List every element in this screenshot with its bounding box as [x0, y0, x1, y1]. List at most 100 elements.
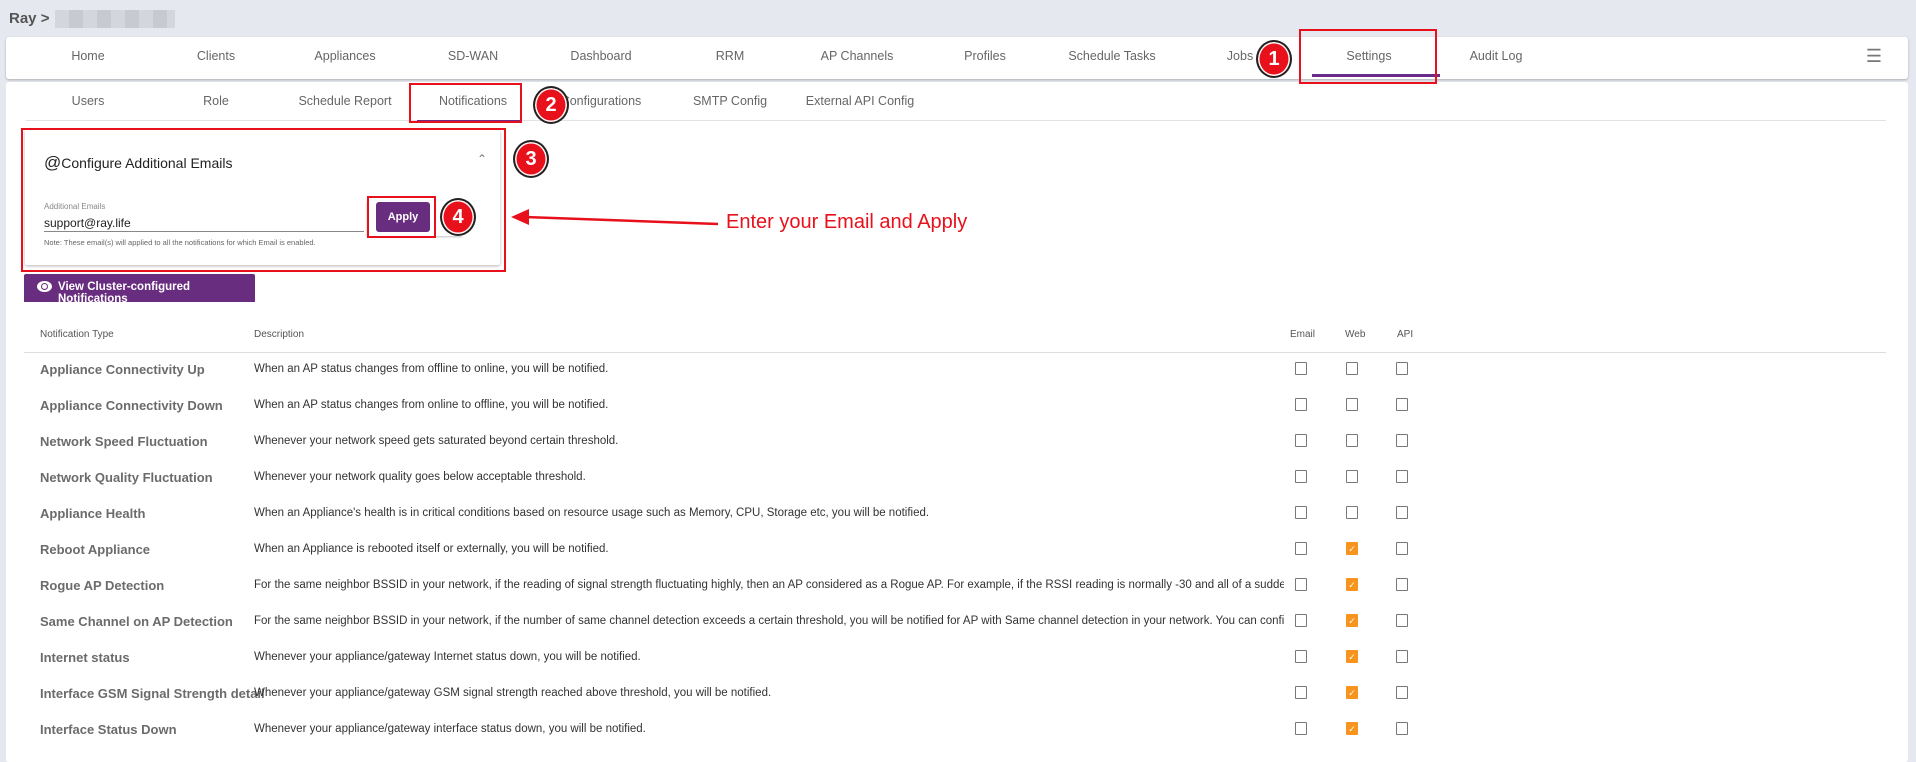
notification-type: Network Quality Fluctuation	[40, 470, 213, 485]
view-button-label: View Cluster-configured Notifications	[58, 281, 191, 305]
configure-emails-card: @Configure Additional Emails ⌃ Additiona…	[25, 130, 500, 265]
notification-type: Interface Status Down	[40, 722, 177, 737]
email-checkbox[interactable]	[1295, 650, 1307, 663]
email-checkbox[interactable]	[1295, 506, 1307, 519]
email-checkbox[interactable]	[1295, 614, 1307, 627]
api-checkbox[interactable]	[1396, 650, 1408, 663]
api-checkbox[interactable]	[1396, 434, 1408, 447]
nav-jobs[interactable]: Jobs	[1227, 49, 1253, 63]
web-checkbox[interactable]: ✓	[1346, 578, 1358, 591]
subtab-notifications[interactable]: Notifications	[439, 94, 507, 108]
subtab-role[interactable]: Role	[203, 94, 229, 108]
table-row: Internet status Whenever your appliance/g…	[0, 650, 1916, 686]
step-badge-2: 2	[533, 86, 569, 124]
view-cluster-notifications-button[interactable]: View Cluster-configured Notifications	[24, 274, 255, 305]
web-checkbox[interactable]: ✓	[1346, 686, 1358, 699]
email-checkbox[interactable]	[1295, 470, 1307, 483]
web-checkbox[interactable]	[1346, 362, 1358, 375]
subtab-configurations[interactable]: Configurations	[561, 94, 642, 108]
web-checkbox[interactable]	[1346, 470, 1358, 483]
email-checkbox[interactable]	[1295, 722, 1307, 735]
callout-text: Enter your Email and Apply	[726, 211, 968, 233]
eye-icon	[37, 281, 52, 292]
nav-settings[interactable]: Settings	[1346, 49, 1391, 63]
nav-sd-wan[interactable]: SD-WAN	[448, 49, 498, 63]
nav-schedule-tasks[interactable]: Schedule Tasks	[1068, 49, 1155, 63]
web-checkbox[interactable]: ✓	[1346, 614, 1358, 627]
nav-appliances[interactable]: Appliances	[314, 49, 375, 63]
header-divider	[24, 352, 1886, 353]
web-checkbox[interactable]: ✓	[1346, 722, 1358, 735]
table-row: Interface GSM Signal Strength detail When…	[0, 686, 1916, 722]
notification-type: Appliance Connectivity Up	[40, 362, 205, 377]
notification-description: Whenever your appliance/gateway interfac…	[254, 723, 646, 735]
header-web: Web	[1345, 329, 1366, 340]
table-row: Appliance Connectivity Down When an AP st…	[0, 398, 1916, 434]
notification-type: Interface GSM Signal Strength detail	[40, 686, 265, 701]
notification-type: Reboot Appliance	[40, 542, 151, 557]
web-checkbox[interactable]	[1346, 398, 1358, 411]
nav-clients[interactable]: Clients	[197, 49, 235, 63]
table-row: Reboot Appliance When an Appliance is reb…	[0, 542, 1916, 578]
step-badge-1: 1	[1256, 40, 1292, 78]
nav-rrm[interactable]: RRM	[716, 49, 744, 63]
subtab-external-api-config[interactable]: External API Config	[806, 94, 914, 108]
notification-description: When an Appliance is rebooted itself or …	[254, 543, 609, 555]
nav-home[interactable]: Home	[71, 49, 104, 63]
breadcrumb-separator: >	[40, 10, 50, 27]
table-row: Network Quality Fluctuation Whenever your…	[0, 470, 1916, 506]
api-checkbox[interactable]	[1396, 578, 1408, 591]
notification-type: Internet status	[40, 650, 130, 665]
subtab-users[interactable]: Users	[72, 94, 105, 108]
subtab-schedule-report[interactable]: Schedule Report	[298, 94, 391, 108]
nav-audit-log[interactable]: Audit Log	[1470, 49, 1523, 63]
apply-button[interactable]: Apply	[376, 202, 430, 232]
notification-description: Whenever your appliance/gateway GSM sign…	[254, 687, 772, 699]
api-checkbox[interactable]	[1396, 722, 1408, 735]
additional-emails-input[interactable]	[44, 214, 364, 232]
email-checkbox[interactable]	[1295, 434, 1307, 447]
email-checkbox[interactable]	[1295, 686, 1307, 699]
notification-description: Whenever your network speed gets saturat…	[254, 435, 619, 447]
nav-profiles[interactable]: Profiles	[964, 49, 1006, 63]
api-checkbox[interactable]	[1396, 470, 1408, 483]
table-row: Appliance Connectivity Up When an AP stat…	[0, 362, 1916, 398]
web-checkbox[interactable]: ✓	[1346, 542, 1358, 555]
notification-description: For the same neighbor BSSID in your netw…	[254, 615, 1284, 627]
redacted-breadcrumb	[55, 10, 176, 29]
notification-description: Whenever your appliance/gateway Internet…	[254, 651, 641, 663]
hamburger-menu-icon[interactable]: ☰	[1866, 46, 1882, 67]
table-row: Same Channel on AP Detection For the same…	[0, 614, 1916, 650]
web-checkbox[interactable]: ✓	[1346, 650, 1358, 663]
chevron-up-icon[interactable]: ⌃	[477, 152, 487, 166]
subtab-divider	[26, 120, 1886, 121]
subtab-smtp-config[interactable]: SMTP Config	[693, 94, 767, 108]
api-checkbox[interactable]	[1396, 398, 1408, 411]
notification-type: Rogue AP Detection	[40, 578, 165, 593]
api-checkbox[interactable]	[1396, 614, 1408, 627]
top-nav: Home Clients Appliances SD-WAN Dashboard…	[6, 37, 1908, 79]
at-sign-icon: @	[44, 153, 62, 172]
breadcrumb-root[interactable]: Ray	[9, 10, 37, 27]
email-checkbox[interactable]	[1295, 362, 1307, 375]
step-badge-3: 3	[513, 140, 549, 178]
api-checkbox[interactable]	[1396, 686, 1408, 699]
notification-description: For the same neighbor BSSID in your netw…	[254, 579, 1284, 591]
nav-ap-channels[interactable]: AP Channels	[821, 49, 894, 63]
nav-dashboard[interactable]: Dashboard	[570, 49, 631, 63]
card-title[interactable]: @Configure Additional Emails	[44, 153, 232, 173]
table-row: Appliance Health When an Appliance's heal…	[0, 506, 1916, 542]
web-checkbox[interactable]	[1346, 506, 1358, 519]
api-checkbox[interactable]	[1396, 542, 1408, 555]
email-checkbox[interactable]	[1295, 578, 1307, 591]
notification-description: When an Appliance's health is in critica…	[254, 507, 930, 519]
emails-note: Note: These email(s) will applied to all…	[44, 238, 316, 247]
callout-arrow-icon	[511, 209, 719, 226]
notification-type: Appliance Health	[40, 506, 146, 521]
email-checkbox[interactable]	[1295, 398, 1307, 411]
web-checkbox[interactable]	[1346, 434, 1358, 447]
email-checkbox[interactable]	[1295, 542, 1307, 555]
api-checkbox[interactable]	[1396, 362, 1408, 375]
notification-description: When an AP status changes from online to…	[254, 399, 609, 411]
api-checkbox[interactable]	[1396, 506, 1408, 519]
